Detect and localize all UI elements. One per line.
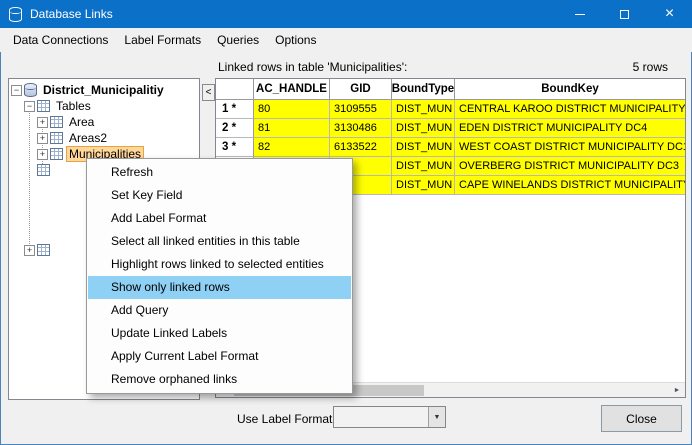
grid-cell[interactable]: DIST_MUN: [392, 119, 455, 138]
close-dialog-button[interactable]: Close: [601, 405, 682, 432]
grid-cell[interactable]: DIST_MUN: [392, 176, 455, 195]
app-icon: [9, 7, 22, 22]
context-menu-item-select-all-linked-entities-in-this-table[interactable]: Select all linked entities in this table: [88, 230, 351, 253]
tree-expand-toggle[interactable]: +: [24, 245, 35, 256]
grid-column-header-ac-handle[interactable]: AC_HANDLE: [254, 79, 330, 99]
grid-column-header-boundtype[interactable]: BoundType: [392, 79, 455, 99]
minimize-icon: [575, 14, 585, 15]
grid-cell[interactable]: 82: [254, 138, 330, 157]
tree-item-label[interactable]: District_Municipalitiy: [40, 83, 167, 97]
grid-cell[interactable]: 80: [254, 100, 330, 119]
grid-header: AC_HANDLEGIDBoundTypeBoundKey: [216, 79, 685, 100]
grid-column-header-gid[interactable]: GID: [330, 79, 392, 99]
use-label-format-caption: Use Label Format:: [237, 412, 336, 426]
tree-expand-toggle[interactable]: +: [37, 117, 48, 128]
grid-column-header-boundkey[interactable]: BoundKey: [455, 79, 685, 99]
context-menu-item-add-label-format[interactable]: Add Label Format: [88, 207, 351, 230]
tree-item-label[interactable]: Area: [66, 115, 97, 129]
tree-expand-toggle[interactable]: −: [11, 85, 22, 96]
grid-row[interactable]: 3 *826133522DIST_MUNWEST COAST DISTRICT …: [216, 138, 685, 157]
window-title: Database Links: [30, 7, 113, 21]
minimize-button[interactable]: [557, 0, 602, 28]
tree-item-tables[interactable]: − Tables: [9, 98, 199, 114]
table-icon: [37, 244, 50, 256]
menubar-item-label-formats[interactable]: Label Formats: [116, 30, 209, 50]
caption-buttons: ×: [557, 0, 692, 28]
dropdown-arrow-icon[interactable]: ▼: [428, 407, 445, 427]
menubar: Data ConnectionsLabel FormatsQueriesOpti…: [0, 28, 692, 52]
tree-expand-toggle[interactable]: +: [37, 149, 48, 160]
maximize-button[interactable]: [602, 0, 647, 28]
tree-expand-toggle[interactable]: +: [37, 133, 48, 144]
table-icon: [50, 132, 63, 144]
grid-corner-cell: [216, 79, 254, 99]
tree-expand-toggle[interactable]: −: [24, 101, 35, 112]
row-count-label: 5 rows: [633, 60, 668, 74]
tree-item-areas2[interactable]: + Areas2: [9, 130, 199, 146]
tree-item-area[interactable]: + Area: [9, 114, 199, 130]
context-menu-item-remove-orphaned-links[interactable]: Remove orphaned links: [88, 368, 351, 391]
context-menu-item-highlight-rows-linked-to-selected-entities[interactable]: Highlight rows linked to selected entiti…: [88, 253, 351, 276]
database-icon: [24, 83, 37, 97]
grid-cell[interactable]: DIST_MUN: [392, 157, 455, 176]
grid-cell[interactable]: CAPE WINELANDS DISTRICT MUNICIPALITY D: [455, 176, 685, 195]
table-icon: [50, 148, 63, 160]
close-window-button[interactable]: ×: [647, 0, 692, 28]
scroll-right-icon[interactable]: ►: [669, 383, 685, 398]
menubar-item-options[interactable]: Options: [267, 30, 324, 50]
collapse-tree-button[interactable]: <: [202, 84, 215, 101]
grid-cell[interactable]: DIST_MUN: [392, 100, 455, 119]
table-icon: [37, 164, 50, 176]
context-menu-item-apply-current-label-format[interactable]: Apply Current Label Format: [88, 345, 351, 368]
table-icon: [37, 100, 50, 112]
maximize-icon: [620, 10, 629, 19]
grid-cell[interactable]: EDEN DISTRICT MUNICIPALITY DC4: [455, 119, 685, 138]
context-menu-item-update-linked-labels[interactable]: Update Linked Labels: [88, 322, 351, 345]
grid-row-header[interactable]: 2 *: [216, 119, 254, 138]
tree-expand-toggle: [24, 165, 35, 176]
menubar-item-data-connections[interactable]: Data Connections: [5, 30, 116, 50]
tree-item-label[interactable]: Areas2: [66, 131, 110, 145]
close-icon: ×: [665, 6, 674, 22]
context-menu-item-refresh[interactable]: Refresh: [88, 161, 351, 184]
grid-cell[interactable]: OVERBERG DISTRICT MUNICIPALITY DC3: [455, 157, 685, 176]
menubar-item-queries[interactable]: Queries: [209, 30, 267, 50]
grid-cell[interactable]: 81: [254, 119, 330, 138]
context-menu-item-show-only-linked-rows[interactable]: Show only linked rows: [88, 276, 351, 299]
grid-row[interactable]: 1 *803109555DIST_MUNCENTRAL KAROO DISTRI…: [216, 100, 685, 119]
grid-row-header[interactable]: 3 *: [216, 138, 254, 157]
titlebar: Database Links ×: [0, 0, 692, 28]
grid-cell[interactable]: 3109555: [330, 100, 392, 119]
grid-cell[interactable]: CENTRAL KAROO DISTRICT MUNICIPALITY DC: [455, 100, 685, 119]
linked-rows-caption: Linked rows in table 'Municipalities':: [218, 60, 407, 74]
context-menu: RefreshSet Key FieldAdd Label FormatSele…: [86, 158, 353, 394]
label-format-combobox[interactable]: ▼: [333, 406, 446, 428]
grid-cell[interactable]: DIST_MUN: [392, 138, 455, 157]
grid-cell[interactable]: 3130486: [330, 119, 392, 138]
tree-item-label[interactable]: Tables: [53, 99, 94, 113]
context-menu-item-set-key-field[interactable]: Set Key Field: [88, 184, 351, 207]
grid-cell[interactable]: WEST COAST DISTRICT MUNICIPALITY DC1: [455, 138, 685, 157]
table-icon: [50, 116, 63, 128]
combobox-value: [334, 407, 428, 427]
grid-cell[interactable]: 6133522: [330, 138, 392, 157]
context-menu-item-add-query[interactable]: Add Query: [88, 299, 351, 322]
grid-row-header[interactable]: 1 *: [216, 100, 254, 119]
database-links-window: Database Links × Data ConnectionsLabel F…: [0, 0, 692, 445]
tree-item-district-municipalitiy[interactable]: − District_Municipalitiy: [9, 82, 199, 98]
grid-row[interactable]: 2 *813130486DIST_MUNEDEN DISTRICT MUNICI…: [216, 119, 685, 138]
